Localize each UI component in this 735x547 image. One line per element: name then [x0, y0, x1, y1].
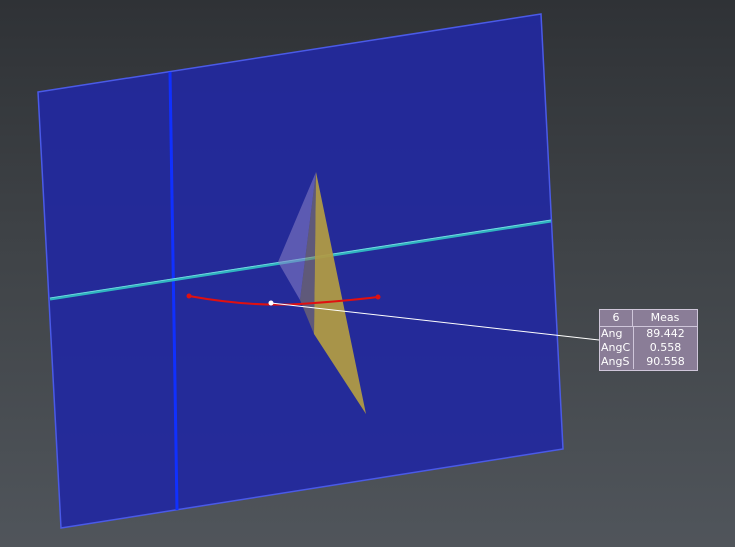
measurement-row-ang: Ang 89.442 [600, 327, 697, 341]
measurement-row-angs: AngS 90.558 [600, 355, 697, 369]
measurement-label: AngC [600, 341, 634, 355]
measurement-id: 6 [600, 310, 633, 326]
measurement-title: Meas [650, 311, 680, 324]
arc-endpoint-left[interactable] [186, 293, 192, 299]
measurement-header: 6 Meas [600, 310, 697, 327]
measurement-panel[interactable]: 6 Meas Ang 89.442 AngC 0.558 AngS 90.558 [599, 309, 698, 371]
measurement-label: AngS [600, 355, 634, 369]
arc-endpoint-right[interactable] [375, 294, 381, 300]
scene-canvas[interactable] [0, 0, 735, 547]
measurement-label: Ang [600, 327, 634, 341]
measurement-value: 89.442 [646, 327, 685, 340]
measurement-row-angc: AngC 0.558 [600, 341, 697, 355]
measurement-value: 90.558 [646, 355, 685, 368]
leader-anchor-point[interactable] [268, 300, 274, 306]
3d-viewport[interactable]: 6 Meas Ang 89.442 AngC 0.558 AngS 90.558 [0, 0, 735, 547]
measurement-value: 0.558 [649, 341, 682, 354]
